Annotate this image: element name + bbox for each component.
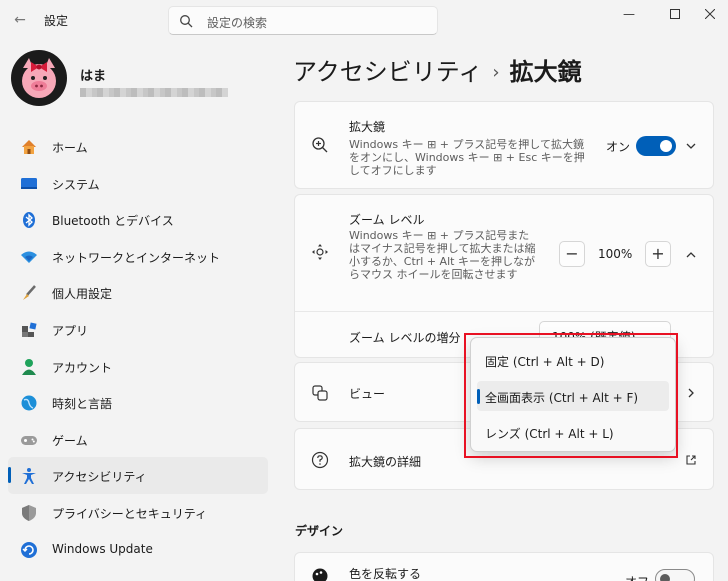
avatar[interactable] xyxy=(11,50,67,106)
back-arrow-icon[interactable]: ← xyxy=(8,9,32,31)
annotation-highlight-box xyxy=(464,333,678,458)
magnifier-title: 拡大鏡 xyxy=(349,120,386,134)
breadcrumb-separator: › xyxy=(492,62,500,83)
magnifier-description: Windows キー ⊞ + プラス記号を押して拡大鏡をオンにし、Windows… xyxy=(349,138,585,177)
sidebar-item-network[interactable]: ネットワークとインターネット xyxy=(8,238,268,275)
zoom-description: Windows キー ⊞ + プラス記号またはマイナス記号を押して拡大または縮小… xyxy=(349,229,536,281)
search-box[interactable]: 設定の検索 xyxy=(168,6,438,35)
sidebar-item-label: システム xyxy=(52,177,100,192)
sidebar-item-label: ネットワークとインターネット xyxy=(52,250,221,265)
color-palette-icon xyxy=(312,568,328,581)
breadcrumb-parent[interactable]: アクセシビリティ xyxy=(293,58,482,86)
zoom-value: 100% xyxy=(598,247,633,261)
brush-icon xyxy=(23,285,36,301)
page-title: 拡大鏡 xyxy=(509,58,582,86)
breadcrumb: アクセシビリティ › 拡大鏡 xyxy=(293,52,582,87)
sidebar-item-time-language[interactable]: 時刻と言語 xyxy=(8,384,268,421)
window-title: 設定 xyxy=(44,14,69,28)
zoom-increment-label: ズーム レベルの増分 xyxy=(349,331,461,345)
home-icon xyxy=(22,140,36,154)
sidebar-item-accessibility[interactable]: アクセシビリティ xyxy=(8,457,268,494)
magnifier-card: 拡大鏡 Windows キー ⊞ + プラス記号を押して拡大鏡をオンにし、Win… xyxy=(294,101,714,189)
maximize-icon xyxy=(670,9,680,19)
update-icon xyxy=(21,541,37,558)
invert-colors-toggle[interactable] xyxy=(655,569,695,581)
wifi-icon xyxy=(21,251,37,263)
sidebar-item-label: アカウント xyxy=(52,360,113,375)
zoom-title: ズーム レベル xyxy=(349,213,425,227)
sidebar-item-label: Bluetooth とデバイス xyxy=(52,214,174,229)
search-icon xyxy=(180,15,193,28)
design-heading: デザイン xyxy=(295,524,344,538)
minimize-button[interactable]: — xyxy=(606,0,652,28)
sidebar-item-label: プライバシーとセキュリティ xyxy=(52,506,208,521)
user-name: はま xyxy=(80,69,107,84)
zoom-pan-icon xyxy=(312,244,328,260)
invert-colors-label: 色を反転する xyxy=(349,567,422,581)
sidebar-item-system[interactable]: システム xyxy=(8,165,268,202)
sidebar-item-label: ゲーム xyxy=(52,433,88,448)
open-external-icon[interactable] xyxy=(685,454,697,466)
search-placeholder: 設定の検索 xyxy=(207,16,268,30)
view-label: ビュー xyxy=(349,387,386,401)
system-icon xyxy=(21,177,37,189)
sidebar-item-bluetooth[interactable]: Bluetooth とデバイス xyxy=(8,201,268,238)
sidebar-item-gaming[interactable]: ゲーム xyxy=(8,421,268,458)
user-email-blurred xyxy=(80,88,228,97)
sidebar-nav: ホーム システム Bluetooth とデバイス ネットワークとインターネット … xyxy=(8,128,268,567)
pig-avatar-image xyxy=(22,58,56,98)
close-button[interactable] xyxy=(692,0,728,28)
magnifier-toggle[interactable] xyxy=(636,136,676,156)
sidebar-item-windows-update[interactable]: Windows Update xyxy=(8,531,268,568)
divider xyxy=(295,311,713,312)
shield-icon xyxy=(22,504,36,521)
sidebar-item-accounts[interactable]: アカウント xyxy=(8,348,268,385)
details-label: 拡大鏡の詳細 xyxy=(349,455,422,469)
sidebar-item-label: ホーム xyxy=(52,141,88,155)
title-bar: ← 設定 設定の検索 — xyxy=(0,0,728,40)
invert-colors-state: オフ xyxy=(625,573,649,581)
close-icon xyxy=(704,8,716,20)
apps-icon xyxy=(22,322,37,337)
sidebar-item-privacy[interactable]: プライバシーとセキュリティ xyxy=(8,494,268,531)
sidebar-item-label: Windows Update xyxy=(52,541,153,556)
chevron-down-icon[interactable] xyxy=(685,140,697,152)
zoom-in-button[interactable]: + xyxy=(645,241,671,267)
sidebar-item-home[interactable]: ホーム xyxy=(8,128,268,165)
account-icon xyxy=(22,358,36,375)
sidebar-item-personalization[interactable]: 個人用設定 xyxy=(8,274,268,311)
magnifier-state-label: オン xyxy=(606,140,631,154)
zoom-out-button[interactable]: − xyxy=(559,241,585,267)
accessibility-icon xyxy=(22,468,36,485)
bluetooth-icon xyxy=(23,212,35,229)
chevron-up-icon[interactable] xyxy=(685,249,697,261)
selection-indicator xyxy=(8,467,11,484)
sidebar-item-label: 個人用設定 xyxy=(52,287,113,302)
invert-colors-card: 色を反転する オフ xyxy=(294,552,714,581)
globe-icon xyxy=(21,395,37,411)
chevron-right-icon[interactable] xyxy=(685,387,697,399)
zoom-in-icon xyxy=(312,137,328,153)
sidebar-item-label: 時刻と言語 xyxy=(52,397,113,412)
sidebar-item-apps[interactable]: アプリ xyxy=(8,311,268,348)
view-icon xyxy=(312,385,328,401)
sidebar-item-label: アクセシビリティ xyxy=(52,470,147,485)
help-icon xyxy=(311,451,329,469)
gamepad-icon xyxy=(21,435,37,445)
sidebar-item-label: アプリ xyxy=(52,323,89,338)
